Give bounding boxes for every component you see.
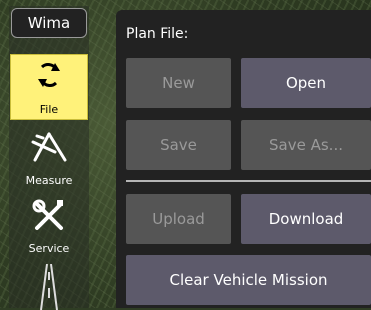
toolbar-item-label: File	[39, 103, 59, 116]
open-button[interactable]: Open	[241, 58, 371, 108]
toolbar-item-road[interactable]	[10, 262, 88, 310]
upload-button[interactable]: Upload	[126, 194, 231, 244]
app-title-button[interactable]: Wima	[11, 8, 87, 38]
toolbar-item-service[interactable]: Service	[10, 194, 88, 264]
save-as-button[interactable]: Save As...	[241, 120, 371, 170]
wrench-screwdriver-icon	[32, 199, 63, 230]
measure-tools-icon	[31, 132, 67, 162]
toolbar-item-label: Service	[28, 242, 70, 255]
new-button[interactable]: New	[126, 58, 231, 108]
toolbar-item-label: Measure	[25, 174, 73, 187]
toolbar-item-measure[interactable]: Measure	[10, 124, 88, 194]
toolbar-item-file[interactable]: File	[10, 54, 88, 120]
save-button[interactable]: Save	[126, 120, 231, 170]
divider	[126, 180, 371, 182]
road-icon	[40, 264, 58, 310]
clear-vehicle-mission-button[interactable]: Clear Vehicle Mission	[126, 255, 371, 305]
download-button[interactable]: Download	[241, 194, 371, 244]
sync-arrows-icon	[38, 63, 60, 87]
plan-file-heading: Plan File:	[126, 26, 189, 42]
app-title: Wima	[27, 14, 71, 32]
